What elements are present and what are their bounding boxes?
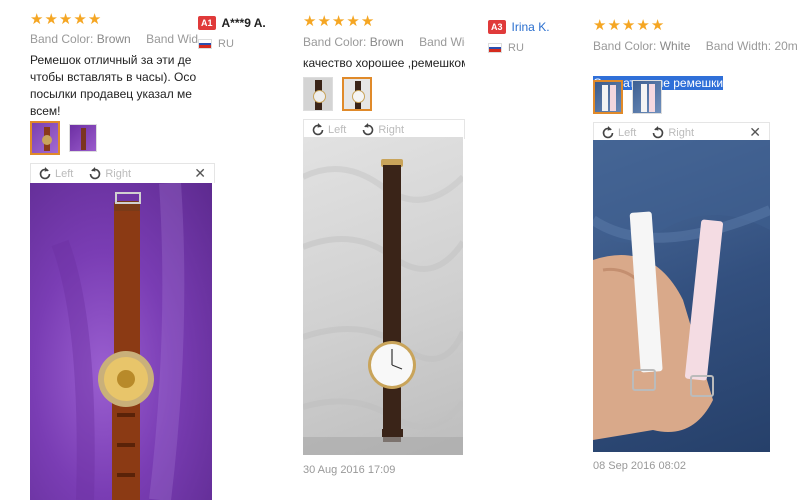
star-icon: ★ xyxy=(650,17,666,34)
country-code: RU xyxy=(218,38,234,50)
level-badge: A3 xyxy=(488,20,506,34)
author-country: RU xyxy=(198,38,234,50)
watch-strap-photo xyxy=(51,183,185,500)
rotate-right-label: Right xyxy=(668,126,695,139)
star-icon: ★ xyxy=(73,11,88,28)
rotate-right-icon xyxy=(653,125,664,138)
author-name[interactable]: Irina K. xyxy=(512,20,550,34)
rotate-left-label: Left xyxy=(55,167,74,180)
star-icon: ★ xyxy=(44,11,59,28)
review-date: 30 Aug 2016 17:09 xyxy=(303,464,396,476)
rotate-right-button[interactable]: Right xyxy=(87,166,131,182)
close-viewer-button[interactable]: ✕ xyxy=(749,124,761,141)
star-icon: ★ xyxy=(621,17,637,34)
photo-thumbnail[interactable] xyxy=(69,124,97,152)
star-icon: ★ xyxy=(30,11,45,28)
rotate-left-button[interactable]: Left xyxy=(310,122,346,138)
photo-thumbnails xyxy=(593,80,662,114)
photo-viewer-toolbar: Left Right xyxy=(303,119,465,139)
watch-photo xyxy=(303,159,463,455)
review-photo xyxy=(303,137,463,455)
rotate-left-label: Left xyxy=(618,126,637,139)
band-color-label: Band Color: xyxy=(30,32,94,46)
rotate-left-button[interactable]: Left xyxy=(600,125,636,141)
review-date: 08 Sep 2016 08:02 xyxy=(593,460,686,472)
rating-stars: ★★★★★ xyxy=(303,14,375,29)
photo-thumbnail[interactable] xyxy=(632,80,662,114)
review-card-3: A3 Irina K. RU ★★★★★ Band Color: White B… xyxy=(488,0,800,500)
country-code: RU xyxy=(508,42,524,54)
rotate-right-icon xyxy=(363,122,374,135)
review-text: Ремешок отличный за эти де чтобы вставля… xyxy=(30,53,197,118)
review-meta: Band Color: White Band Width: 20m xyxy=(593,39,798,53)
rotate-right-label: Right xyxy=(378,123,405,136)
russia-flag-icon xyxy=(488,43,502,53)
band-color-label: Band Color: xyxy=(593,39,657,53)
watch-straps-photo xyxy=(593,140,770,440)
rotate-right-icon xyxy=(90,166,101,179)
star-icon: ★ xyxy=(607,17,622,34)
rotate-right-label: Right xyxy=(105,167,132,180)
band-width-label: Band Width: 20m xyxy=(705,39,798,53)
rotate-left-icon xyxy=(312,122,324,135)
level-badge: A1 xyxy=(198,16,216,30)
star-icon: ★ xyxy=(317,13,332,30)
photo-viewer-toolbar: Left Right ✕ xyxy=(593,122,770,142)
review-card-1: ★★★★★ Band Color: Brown Band Wid Ремешок… xyxy=(30,0,215,500)
band-color-value: Brown xyxy=(369,35,404,49)
star-icon: ★ xyxy=(303,13,318,30)
photo-thumbnails xyxy=(30,121,97,155)
rating-stars: ★★★★★ xyxy=(593,18,665,33)
rotate-right-button[interactable]: Right xyxy=(650,125,694,141)
star-icon: ★ xyxy=(636,17,651,34)
rotate-left-icon xyxy=(602,125,614,138)
star-icon: ★ xyxy=(360,13,376,30)
rotate-right-button[interactable]: Right xyxy=(360,122,404,138)
star-icon: ★ xyxy=(346,13,361,30)
photo-thumbnail[interactable] xyxy=(593,80,623,114)
rotate-left-button[interactable]: Left xyxy=(37,166,73,182)
review-photo xyxy=(593,140,770,452)
review-card-2: A1 A***9 A. RU ★★★★★ Band Color: Brown B… xyxy=(195,0,465,500)
star-icon: ★ xyxy=(87,11,103,28)
band-color-value: White xyxy=(659,39,691,53)
review-author: A1 A***9 A. xyxy=(198,16,266,30)
star-icon: ★ xyxy=(331,13,347,30)
rotate-left-label: Left xyxy=(328,123,347,136)
band-color-label: Band Color: xyxy=(303,35,367,49)
photo-thumbnail[interactable] xyxy=(342,77,372,111)
review-meta: Band Color: Brown Band Width: xyxy=(303,35,465,49)
review-text: качество хорошее ,ремешком xyxy=(303,56,465,70)
review-author: A3 Irina K. xyxy=(488,20,550,34)
photo-thumbnail[interactable] xyxy=(303,77,333,111)
star-icon: ★ xyxy=(593,17,608,34)
rating-stars: ★★★★★ xyxy=(30,12,102,27)
review-photo xyxy=(30,183,212,500)
author-name: A***9 A. xyxy=(221,16,266,30)
review-meta: Band Color: Brown Band Wid xyxy=(30,32,198,46)
photo-thumbnail[interactable] xyxy=(30,121,60,155)
photo-viewer-toolbar: Left Right ✕ xyxy=(30,163,215,183)
photo-thumbnails xyxy=(303,77,372,111)
russia-flag-icon xyxy=(198,39,212,49)
author-country: RU xyxy=(488,42,524,54)
rotate-left-icon xyxy=(39,166,51,179)
band-color-value: Brown xyxy=(96,32,131,46)
star-icon: ★ xyxy=(58,11,74,28)
band-width-label: Band Wid xyxy=(146,32,199,46)
band-width-label: Band Width: xyxy=(419,35,465,49)
